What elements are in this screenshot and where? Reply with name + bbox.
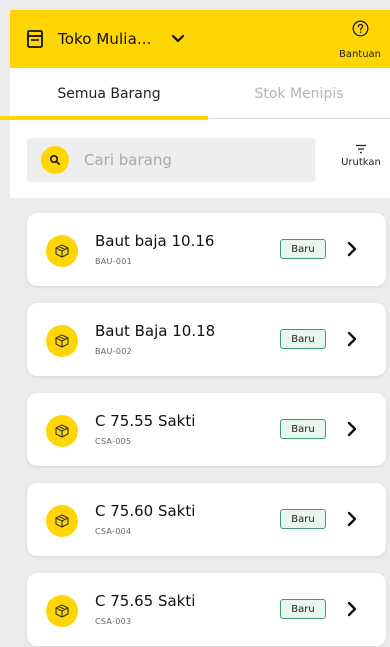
- search-box: [27, 138, 315, 182]
- item-code: CSA-003: [95, 617, 132, 626]
- chevron-right-icon[interactable]: [345, 241, 359, 257]
- tab-divider: [208, 118, 390, 119]
- store-icon: [27, 30, 43, 48]
- box-icon: [46, 415, 78, 447]
- search-bar-area: Urutkan: [10, 120, 390, 198]
- item-name: Baut Baja 10.18: [95, 322, 216, 340]
- help-button[interactable]: Bantuan: [330, 10, 390, 68]
- search-input[interactable]: [84, 151, 304, 169]
- status-badge: Baru: [280, 509, 326, 529]
- status-badge: Baru: [280, 239, 326, 259]
- status-badge: Baru: [280, 329, 326, 349]
- help-label: Bantuan: [338, 49, 382, 60]
- search-icon[interactable]: [41, 146, 69, 174]
- list-item[interactable]: Baut baja 10.16 BAU-001 Baru: [27, 213, 386, 286]
- sort-label: Urutkan: [341, 157, 381, 168]
- item-name: Baut baja 10.16: [95, 232, 215, 250]
- list-item[interactable]: C 75.60 Sakti CSA-004 Baru: [27, 483, 386, 556]
- box-icon: [46, 325, 78, 357]
- item-name: C 75.55 Sakti: [95, 412, 196, 430]
- chevron-right-icon[interactable]: [345, 421, 359, 437]
- sort-button[interactable]: Urutkan: [333, 142, 389, 178]
- box-icon: [46, 595, 78, 627]
- list-item[interactable]: Baut Baja 10.18 BAU-002 Baru: [27, 303, 386, 376]
- chevron-right-icon[interactable]: [345, 331, 359, 347]
- list-item[interactable]: C 75.65 Sakti CSA-003 Baru: [27, 573, 386, 646]
- tab-stok-menipis[interactable]: Stok Menipis: [208, 68, 390, 120]
- chevron-down-icon: [172, 34, 185, 43]
- help-circle-icon: [352, 20, 368, 37]
- item-name: C 75.65 Sakti: [95, 592, 196, 610]
- app-header: Toko Mulia... Bantuan: [10, 10, 390, 68]
- chevron-right-icon[interactable]: [345, 601, 359, 617]
- item-code: CSA-005: [95, 437, 132, 446]
- chevron-right-icon[interactable]: [345, 511, 359, 527]
- store-name: Toko Mulia...: [58, 30, 152, 48]
- item-code: BAU-002: [95, 347, 133, 356]
- sort-icon: [356, 144, 366, 154]
- item-code: BAU-001: [95, 257, 133, 266]
- tab-semua-barang[interactable]: Semua Barang: [10, 68, 208, 120]
- store-selector[interactable]: Toko Mulia...: [25, 23, 185, 55]
- status-badge: Baru: [280, 419, 326, 439]
- status-badge: Baru: [280, 599, 326, 619]
- item-code: CSA-004: [95, 527, 132, 536]
- box-icon: [46, 505, 78, 537]
- item-name: C 75.60 Sakti: [95, 502, 196, 520]
- box-icon: [46, 235, 78, 267]
- list-item[interactable]: C 75.55 Sakti CSA-005 Baru: [27, 393, 386, 466]
- tab-bar: Semua Barang Stok Menipis: [10, 68, 390, 120]
